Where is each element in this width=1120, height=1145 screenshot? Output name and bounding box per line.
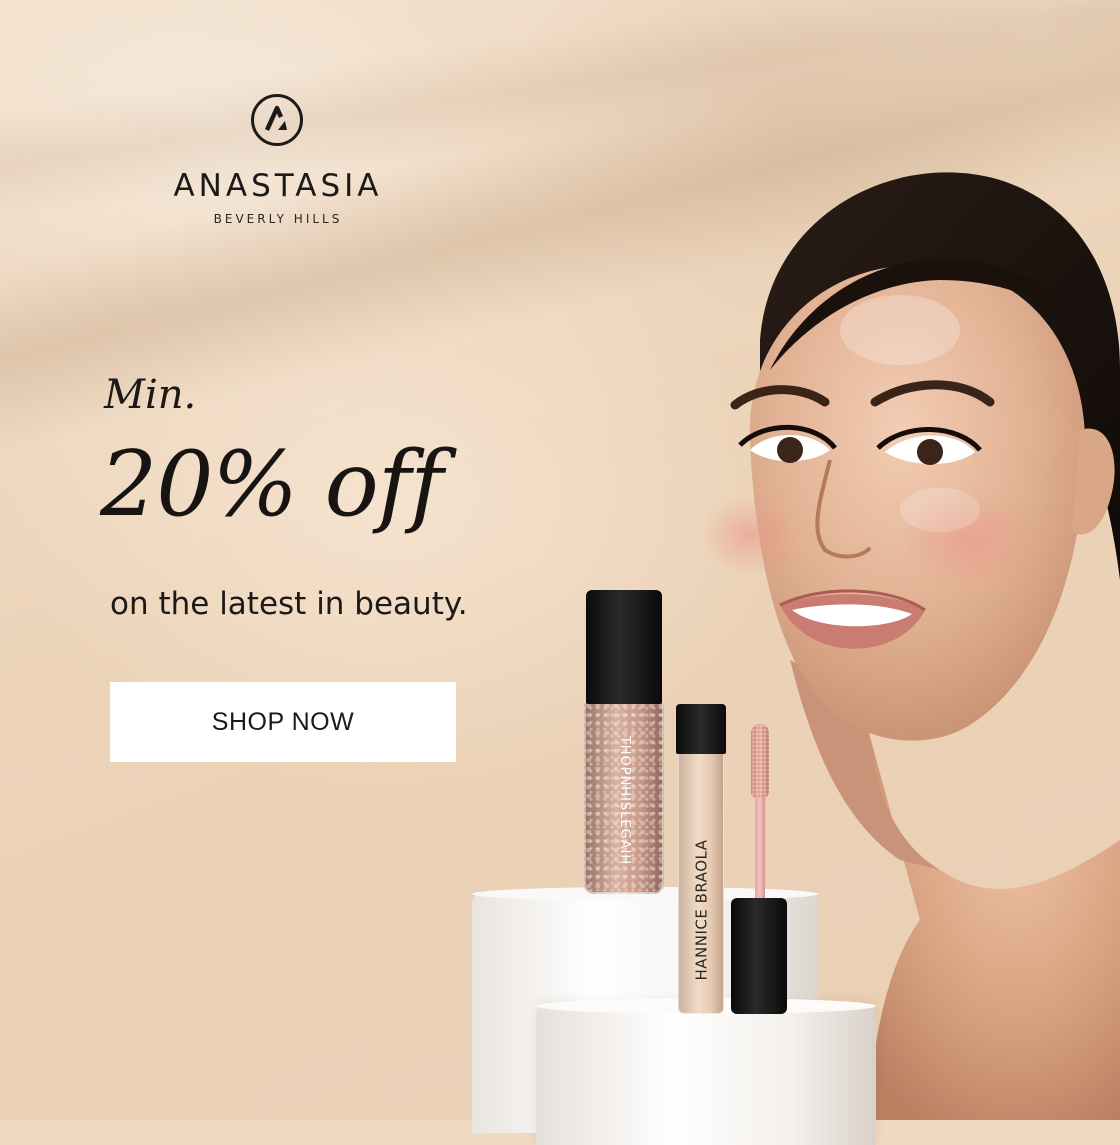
promo-prefix: Min. [104,372,197,418]
promo-subline: on the latest in beauty. [110,586,468,622]
pedestal-lower [536,998,876,1145]
shop-now-button[interactable]: SHOP NOW [110,682,456,762]
bottle-cap [586,590,662,704]
promo-headline: 20% off [100,432,443,537]
applicator-tip [751,724,769,798]
tube-cap [676,704,726,754]
brand-subtitle: BEVERLY HILLS [213,212,343,226]
logo-monogram-icon [251,94,303,146]
brand-name: ANASTASIA [173,168,383,204]
bottle-label: THOPNHISLEGAIH [617,735,633,865]
applicator-wand [755,790,765,902]
tube-label: HANNICE BRAOLA [692,839,710,981]
wand-cap [731,898,787,1014]
